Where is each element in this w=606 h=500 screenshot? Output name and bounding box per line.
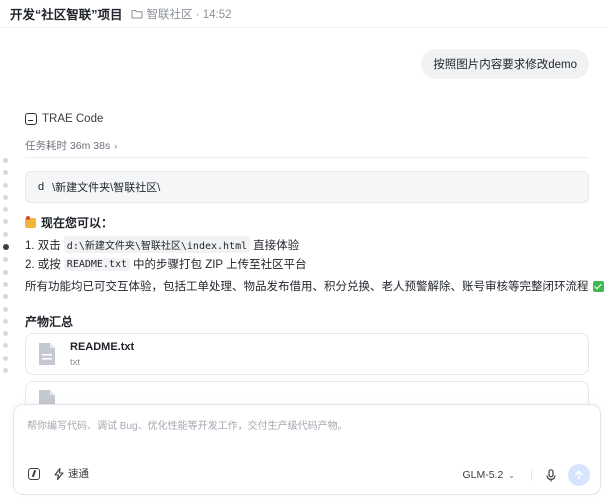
step1-prefix: 1. 双击 [25, 239, 61, 252]
assistant-header: TRAE Code [25, 113, 103, 125]
rail-dot[interactable] [3, 194, 8, 200]
conversation-header: 开发“社区智联”项目 智联社区 · 14:52 [0, 0, 606, 28]
code-path: \新建文件夹\智联社区\ [52, 182, 161, 194]
step2-suffix: 中的步骤打包 ZIP 上传至社区平台 [133, 259, 307, 271]
folder-icon [131, 9, 143, 18]
file-extension: txt [70, 356, 81, 368]
step2-code: README.txt [63, 257, 131, 271]
summary-line: 所有功能均已可交互体验，包括工单处理、物品发布借用、积分兑换、老人预警解除、账号… [25, 278, 604, 294]
model-selector[interactable]: GLM-5.2 ⌄ [462, 469, 515, 481]
instruction-step-1: 1. 双击 d:\新建文件夹\智联社区\index.html 直接体验 [25, 236, 299, 253]
step2-prefix: 2. 或按 [25, 259, 61, 271]
user-message-text: 按照图片内容要求修改demo [433, 59, 577, 71]
rail-dot[interactable] [3, 368, 8, 374]
task-duration-label: 任务耗时 36m 38s [25, 140, 111, 152]
lightning-icon [54, 467, 64, 480]
rail-dot[interactable] [3, 219, 8, 225]
code-drive: d [38, 181, 45, 193]
rail-dot[interactable] [3, 331, 8, 337]
code-block: d \新建文件夹\智联社区\ [25, 171, 589, 203]
message-navigation-rail [3, 158, 9, 380]
instruction-step-2: 2. 或按 README.txt 中的步骤打包 ZIP 上传至社区平台 [25, 256, 307, 272]
slash-command-icon[interactable] [28, 467, 40, 480]
file-icon [39, 343, 55, 365]
rail-dot[interactable] [3, 281, 8, 287]
model-name: GLM-5.2 [462, 469, 504, 481]
user-message-bubble: 按照图片内容要求修改demo [421, 49, 589, 79]
rail-dot[interactable] [3, 343, 8, 349]
rail-dot[interactable] [3, 207, 8, 213]
speed-mode-label: 速通 [68, 468, 89, 480]
step1-code: d:\新建文件夹\智联社区\index.html [63, 236, 251, 253]
checkmark-icon [592, 280, 604, 292]
now-you-can-text: 现在您可以： [41, 216, 114, 230]
divider [25, 157, 589, 158]
rail-dot[interactable] [3, 355, 8, 361]
mic-icon[interactable] [546, 468, 556, 482]
composer-right-tools: GLM-5.2 ⌄ [462, 464, 590, 486]
chevron-right-icon: › [114, 140, 118, 151]
rail-dot[interactable] [3, 182, 8, 188]
workspace-folder-label: 智联社区 · 14:52 [146, 8, 232, 21]
composer-input[interactable]: 帮你编写代码、调试 Bug、优化性能等开发工作，交付生产级代码产物。 [27, 417, 348, 432]
rail-dot[interactable] [3, 231, 8, 237]
gift-emoji-icon [25, 215, 36, 228]
arrow-up-icon [575, 470, 583, 480]
conversation-title: 开发“社区智联”项目 [10, 8, 123, 22]
step1-suffix: 直接体验 [253, 239, 300, 252]
speed-mode-button[interactable]: 速通 [54, 466, 89, 481]
rail-dot[interactable] [3, 257, 8, 263]
divider [531, 469, 532, 481]
composer-left-tools: 速通 [28, 466, 89, 481]
artifact-file-card[interactable]: README.txt txt [25, 333, 589, 375]
assistant-name: TRAE Code [42, 113, 104, 125]
task-duration[interactable]: 任务耗时 36m 38s › [25, 138, 117, 153]
chevron-down-icon: ⌄ [508, 470, 515, 480]
rail-dot-active[interactable] [3, 244, 9, 251]
file-info: README.txt txt [70, 341, 134, 368]
rail-dot[interactable] [3, 170, 8, 176]
rail-dot[interactable] [3, 269, 8, 275]
send-button[interactable] [568, 464, 590, 486]
message-composer[interactable]: 帮你编写代码、调试 Bug、优化性能等开发工作，交付生产级代码产物。 速通 GL… [13, 404, 601, 495]
workspace-folder[interactable]: 智联社区 · 14:52 [131, 6, 232, 22]
rail-dot[interactable] [3, 306, 8, 312]
artifacts-heading: 产物汇总 [25, 315, 74, 329]
rail-dot[interactable] [3, 158, 8, 163]
rail-dot[interactable] [3, 294, 8, 300]
rail-dot[interactable] [3, 318, 8, 324]
file-name: README.txt [70, 340, 135, 353]
summary-text: 所有功能均已可交互体验，包括工单处理、物品发布借用、积分兑换、老人预警解除、账号… [25, 281, 589, 293]
now-you-can-heading: 现在您可以： [25, 214, 113, 231]
trae-logo-icon [25, 113, 37, 125]
